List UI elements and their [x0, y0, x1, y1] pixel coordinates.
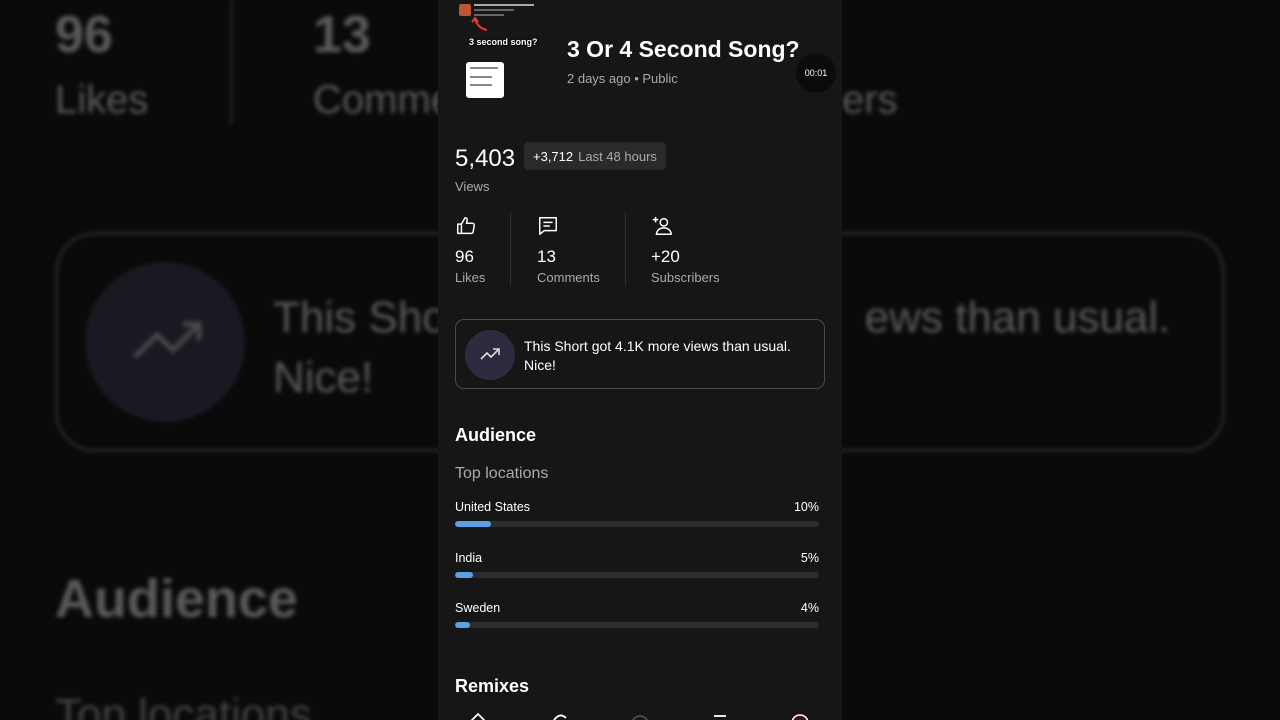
thumbnail-avatar	[459, 4, 471, 16]
views-label: Views	[455, 179, 490, 194]
video-thumbnail[interactable]: 3 second song?	[451, 0, 538, 108]
location-percent: 10%	[793, 500, 819, 514]
likes-label: Likes	[455, 270, 486, 285]
location-row: India 5%	[455, 551, 819, 591]
location-bar-track	[455, 521, 819, 527]
thumbnail-caption: 3 second song?	[469, 37, 538, 47]
analytics-panel: 3 second song? 3 Or 4 Second Song? 2 day…	[438, 0, 842, 720]
insight-card[interactable]: This Short got 4.1K more views than usua…	[455, 319, 825, 389]
bg-audience-heading: Audience	[55, 569, 299, 629]
bg-likes-label: Likes	[55, 78, 149, 122]
location-percent: 4%	[800, 601, 819, 615]
stat-subscribers: +20 Subscribers	[651, 215, 720, 285]
subscriptions-icon[interactable]	[711, 712, 729, 720]
thumbnail-line	[474, 4, 534, 6]
bg-insight-line2: Nice!	[273, 353, 374, 402]
remixes-heading: Remixes	[455, 676, 530, 696]
thumbnail-card	[466, 62, 504, 98]
location-name: India	[455, 551, 483, 565]
thumbnail-line	[470, 76, 492, 78]
profile-avatar-icon[interactable]	[791, 712, 809, 720]
likes-value: 96	[455, 247, 474, 266]
stat-divider	[510, 213, 511, 285]
timer-badge: 00:01	[796, 53, 836, 93]
location-bar-fill	[455, 521, 491, 527]
thumbs-up-icon	[455, 215, 477, 237]
views-delta: +3,712	[533, 148, 574, 164]
bottom-nav	[438, 712, 842, 720]
thumbnail-header	[456, 2, 536, 20]
bg-comments-count: 13	[313, 6, 371, 64]
comment-icon	[537, 215, 559, 237]
home-icon[interactable]	[469, 712, 487, 720]
bg-likes-count: 96	[55, 6, 113, 64]
create-icon[interactable]	[631, 712, 649, 720]
location-row: United States 10%	[455, 500, 819, 540]
top-locations-heading: Top locations	[455, 465, 549, 482]
views-period: Last 48 hours	[578, 148, 657, 164]
views-count: 5,403	[455, 145, 516, 172]
bg-subscribers-label: ers	[842, 78, 898, 122]
bg-comments-label: Comme	[313, 78, 454, 122]
bg-top-locations: Top locations	[55, 690, 312, 720]
add-person-icon	[651, 215, 673, 237]
thumbnail-line	[474, 9, 514, 11]
stat-comments: 13 Comments	[537, 215, 600, 285]
video-meta: 2 days ago • Public	[567, 71, 678, 86]
trending-up-icon	[465, 330, 515, 380]
location-bar-track	[455, 572, 819, 578]
subscribers-value: +20	[651, 247, 680, 266]
location-bar-fill	[455, 572, 473, 578]
arrow-icon	[471, 16, 489, 35]
location-name: Sweden	[455, 601, 501, 615]
comments-value: 13	[537, 247, 556, 266]
views-delta-chip: +3,712 Last 48 hours	[524, 142, 666, 170]
bg-insight-line1-right: ews than usual.	[864, 293, 1171, 342]
location-bar-track	[455, 622, 819, 628]
insight-text: This Short got 4.1K more views than usua…	[524, 338, 791, 373]
location-name: United States	[455, 500, 531, 514]
bg-trending-icon	[85, 262, 245, 422]
shorts-icon[interactable]	[551, 712, 569, 720]
stat-likes: 96 Likes	[455, 215, 485, 285]
audience-heading: Audience	[455, 425, 537, 445]
location-percent: 5%	[800, 551, 819, 565]
stat-divider	[625, 213, 626, 285]
bg-divider	[230, 0, 233, 125]
location-bar-fill	[455, 622, 470, 628]
comments-label: Comments	[537, 270, 600, 285]
location-row: Sweden 4%	[455, 601, 819, 641]
thumbnail-line	[470, 84, 492, 86]
bg-insight-line1-left: This Sho	[273, 293, 447, 342]
video-title: 3 Or 4 Second Song?	[567, 36, 800, 62]
thumbnail-line	[470, 67, 498, 69]
subscribers-label: Subscribers	[651, 270, 720, 285]
